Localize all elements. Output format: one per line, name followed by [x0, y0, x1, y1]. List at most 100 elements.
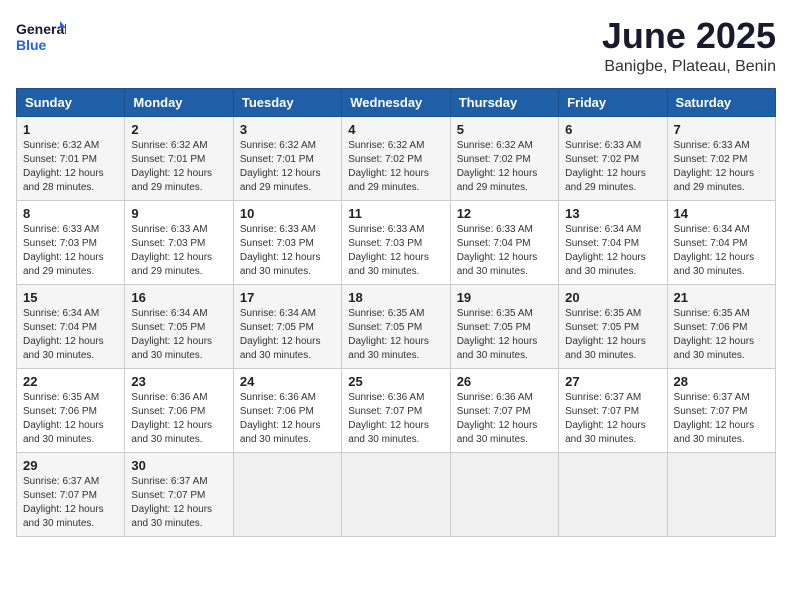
- calendar-cell: 9 Sunrise: 6:33 AMSunset: 7:03 PMDayligh…: [125, 200, 233, 284]
- day-number: 4: [348, 122, 443, 137]
- day-detail: Sunrise: 6:35 AMSunset: 7:05 PMDaylight:…: [565, 308, 646, 361]
- title-area: June 2025 Banigbe, Plateau, Benin: [602, 16, 776, 76]
- calendar-cell: 26 Sunrise: 6:36 AMSunset: 7:07 PMDaylig…: [450, 368, 558, 452]
- calendar-cell: 15 Sunrise: 6:34 AMSunset: 7:04 PMDaylig…: [17, 284, 125, 368]
- day-detail: Sunrise: 6:34 AMSunset: 7:05 PMDaylight:…: [131, 308, 212, 361]
- day-detail: Sunrise: 6:37 AMSunset: 7:07 PMDaylight:…: [674, 392, 755, 445]
- day-detail: Sunrise: 6:35 AMSunset: 7:05 PMDaylight:…: [457, 308, 538, 361]
- calendar-cell: 14 Sunrise: 6:34 AMSunset: 7:04 PMDaylig…: [667, 200, 775, 284]
- day-detail: Sunrise: 6:33 AMSunset: 7:03 PMDaylight:…: [131, 224, 212, 277]
- calendar-week-row: 1 Sunrise: 6:32 AMSunset: 7:01 PMDayligh…: [17, 116, 776, 200]
- day-number: 8: [23, 206, 118, 221]
- page-header: General Blue June 2025 Banigbe, Plateau,…: [16, 16, 776, 76]
- day-detail: Sunrise: 6:35 AMSunset: 7:05 PMDaylight:…: [348, 308, 429, 361]
- calendar-header-monday: Monday: [125, 88, 233, 116]
- day-detail: Sunrise: 6:33 AMSunset: 7:04 PMDaylight:…: [457, 224, 538, 277]
- logo-svg: General Blue: [16, 16, 66, 56]
- day-detail: Sunrise: 6:35 AMSunset: 7:06 PMDaylight:…: [674, 308, 755, 361]
- day-number: 5: [457, 122, 552, 137]
- calendar-cell: 24 Sunrise: 6:36 AMSunset: 7:06 PMDaylig…: [233, 368, 341, 452]
- calendar-week-row: 15 Sunrise: 6:34 AMSunset: 7:04 PMDaylig…: [17, 284, 776, 368]
- day-number: 26: [457, 374, 552, 389]
- calendar-header-saturday: Saturday: [667, 88, 775, 116]
- day-detail: Sunrise: 6:33 AMSunset: 7:02 PMDaylight:…: [565, 140, 646, 193]
- day-detail: Sunrise: 6:32 AMSunset: 7:02 PMDaylight:…: [348, 140, 429, 193]
- day-number: 7: [674, 122, 769, 137]
- day-detail: Sunrise: 6:33 AMSunset: 7:03 PMDaylight:…: [240, 224, 321, 277]
- calendar-cell: 4 Sunrise: 6:32 AMSunset: 7:02 PMDayligh…: [342, 116, 450, 200]
- day-number: 19: [457, 290, 552, 305]
- calendar-header-tuesday: Tuesday: [233, 88, 341, 116]
- day-detail: Sunrise: 6:36 AMSunset: 7:06 PMDaylight:…: [131, 392, 212, 445]
- day-number: 24: [240, 374, 335, 389]
- day-number: 28: [674, 374, 769, 389]
- svg-text:Blue: Blue: [16, 37, 47, 53]
- day-number: 6: [565, 122, 660, 137]
- location-title: Banigbe, Plateau, Benin: [602, 58, 776, 76]
- day-detail: Sunrise: 6:32 AMSunset: 7:01 PMDaylight:…: [240, 140, 321, 193]
- calendar-cell: 11 Sunrise: 6:33 AMSunset: 7:03 PMDaylig…: [342, 200, 450, 284]
- day-number: 13: [565, 206, 660, 221]
- day-detail: Sunrise: 6:34 AMSunset: 7:05 PMDaylight:…: [240, 308, 321, 361]
- day-number: 1: [23, 122, 118, 137]
- calendar-cell: 13 Sunrise: 6:34 AMSunset: 7:04 PMDaylig…: [559, 200, 667, 284]
- day-detail: Sunrise: 6:32 AMSunset: 7:01 PMDaylight:…: [131, 140, 212, 193]
- calendar-cell: [667, 452, 775, 536]
- calendar-cell: 2 Sunrise: 6:32 AMSunset: 7:01 PMDayligh…: [125, 116, 233, 200]
- day-detail: Sunrise: 6:32 AMSunset: 7:02 PMDaylight:…: [457, 140, 538, 193]
- calendar-cell: [342, 452, 450, 536]
- day-number: 27: [565, 374, 660, 389]
- day-detail: Sunrise: 6:34 AMSunset: 7:04 PMDaylight:…: [674, 224, 755, 277]
- calendar-week-row: 22 Sunrise: 6:35 AMSunset: 7:06 PMDaylig…: [17, 368, 776, 452]
- day-number: 17: [240, 290, 335, 305]
- day-number: 15: [23, 290, 118, 305]
- calendar-cell: 28 Sunrise: 6:37 AMSunset: 7:07 PMDaylig…: [667, 368, 775, 452]
- logo: General Blue: [16, 16, 66, 56]
- day-number: 30: [131, 458, 226, 473]
- day-detail: Sunrise: 6:37 AMSunset: 7:07 PMDaylight:…: [565, 392, 646, 445]
- calendar-table: SundayMondayTuesdayWednesdayThursdayFrid…: [16, 88, 776, 537]
- day-number: 25: [348, 374, 443, 389]
- day-detail: Sunrise: 6:32 AMSunset: 7:01 PMDaylight:…: [23, 140, 104, 193]
- day-detail: Sunrise: 6:36 AMSunset: 7:06 PMDaylight:…: [240, 392, 321, 445]
- day-detail: Sunrise: 6:37 AMSunset: 7:07 PMDaylight:…: [131, 476, 212, 529]
- calendar-cell: 20 Sunrise: 6:35 AMSunset: 7:05 PMDaylig…: [559, 284, 667, 368]
- day-number: 21: [674, 290, 769, 305]
- calendar-header-friday: Friday: [559, 88, 667, 116]
- day-number: 18: [348, 290, 443, 305]
- calendar-cell: 21 Sunrise: 6:35 AMSunset: 7:06 PMDaylig…: [667, 284, 775, 368]
- calendar-cell: 30 Sunrise: 6:37 AMSunset: 7:07 PMDaylig…: [125, 452, 233, 536]
- calendar-cell: 3 Sunrise: 6:32 AMSunset: 7:01 PMDayligh…: [233, 116, 341, 200]
- day-number: 2: [131, 122, 226, 137]
- day-number: 12: [457, 206, 552, 221]
- calendar-cell: 29 Sunrise: 6:37 AMSunset: 7:07 PMDaylig…: [17, 452, 125, 536]
- calendar-cell: 8 Sunrise: 6:33 AMSunset: 7:03 PMDayligh…: [17, 200, 125, 284]
- day-detail: Sunrise: 6:33 AMSunset: 7:02 PMDaylight:…: [674, 140, 755, 193]
- day-number: 14: [674, 206, 769, 221]
- calendar-cell: 7 Sunrise: 6:33 AMSunset: 7:02 PMDayligh…: [667, 116, 775, 200]
- day-number: 9: [131, 206, 226, 221]
- calendar-week-row: 29 Sunrise: 6:37 AMSunset: 7:07 PMDaylig…: [17, 452, 776, 536]
- calendar-cell: 18 Sunrise: 6:35 AMSunset: 7:05 PMDaylig…: [342, 284, 450, 368]
- calendar-cell: 27 Sunrise: 6:37 AMSunset: 7:07 PMDaylig…: [559, 368, 667, 452]
- day-detail: Sunrise: 6:33 AMSunset: 7:03 PMDaylight:…: [348, 224, 429, 277]
- calendar-cell: 1 Sunrise: 6:32 AMSunset: 7:01 PMDayligh…: [17, 116, 125, 200]
- calendar-cell: 23 Sunrise: 6:36 AMSunset: 7:06 PMDaylig…: [125, 368, 233, 452]
- day-detail: Sunrise: 6:35 AMSunset: 7:06 PMDaylight:…: [23, 392, 104, 445]
- day-number: 16: [131, 290, 226, 305]
- day-detail: Sunrise: 6:34 AMSunset: 7:04 PMDaylight:…: [565, 224, 646, 277]
- day-detail: Sunrise: 6:37 AMSunset: 7:07 PMDaylight:…: [23, 476, 104, 529]
- calendar-cell: 12 Sunrise: 6:33 AMSunset: 7:04 PMDaylig…: [450, 200, 558, 284]
- calendar-header-thursday: Thursday: [450, 88, 558, 116]
- calendar-cell: 10 Sunrise: 6:33 AMSunset: 7:03 PMDaylig…: [233, 200, 341, 284]
- day-number: 11: [348, 206, 443, 221]
- calendar-header-wednesday: Wednesday: [342, 88, 450, 116]
- day-number: 23: [131, 374, 226, 389]
- day-detail: Sunrise: 6:36 AMSunset: 7:07 PMDaylight:…: [457, 392, 538, 445]
- day-number: 10: [240, 206, 335, 221]
- calendar-cell: 17 Sunrise: 6:34 AMSunset: 7:05 PMDaylig…: [233, 284, 341, 368]
- calendar-cell: 25 Sunrise: 6:36 AMSunset: 7:07 PMDaylig…: [342, 368, 450, 452]
- day-detail: Sunrise: 6:33 AMSunset: 7:03 PMDaylight:…: [23, 224, 104, 277]
- calendar-cell: 5 Sunrise: 6:32 AMSunset: 7:02 PMDayligh…: [450, 116, 558, 200]
- calendar-week-row: 8 Sunrise: 6:33 AMSunset: 7:03 PMDayligh…: [17, 200, 776, 284]
